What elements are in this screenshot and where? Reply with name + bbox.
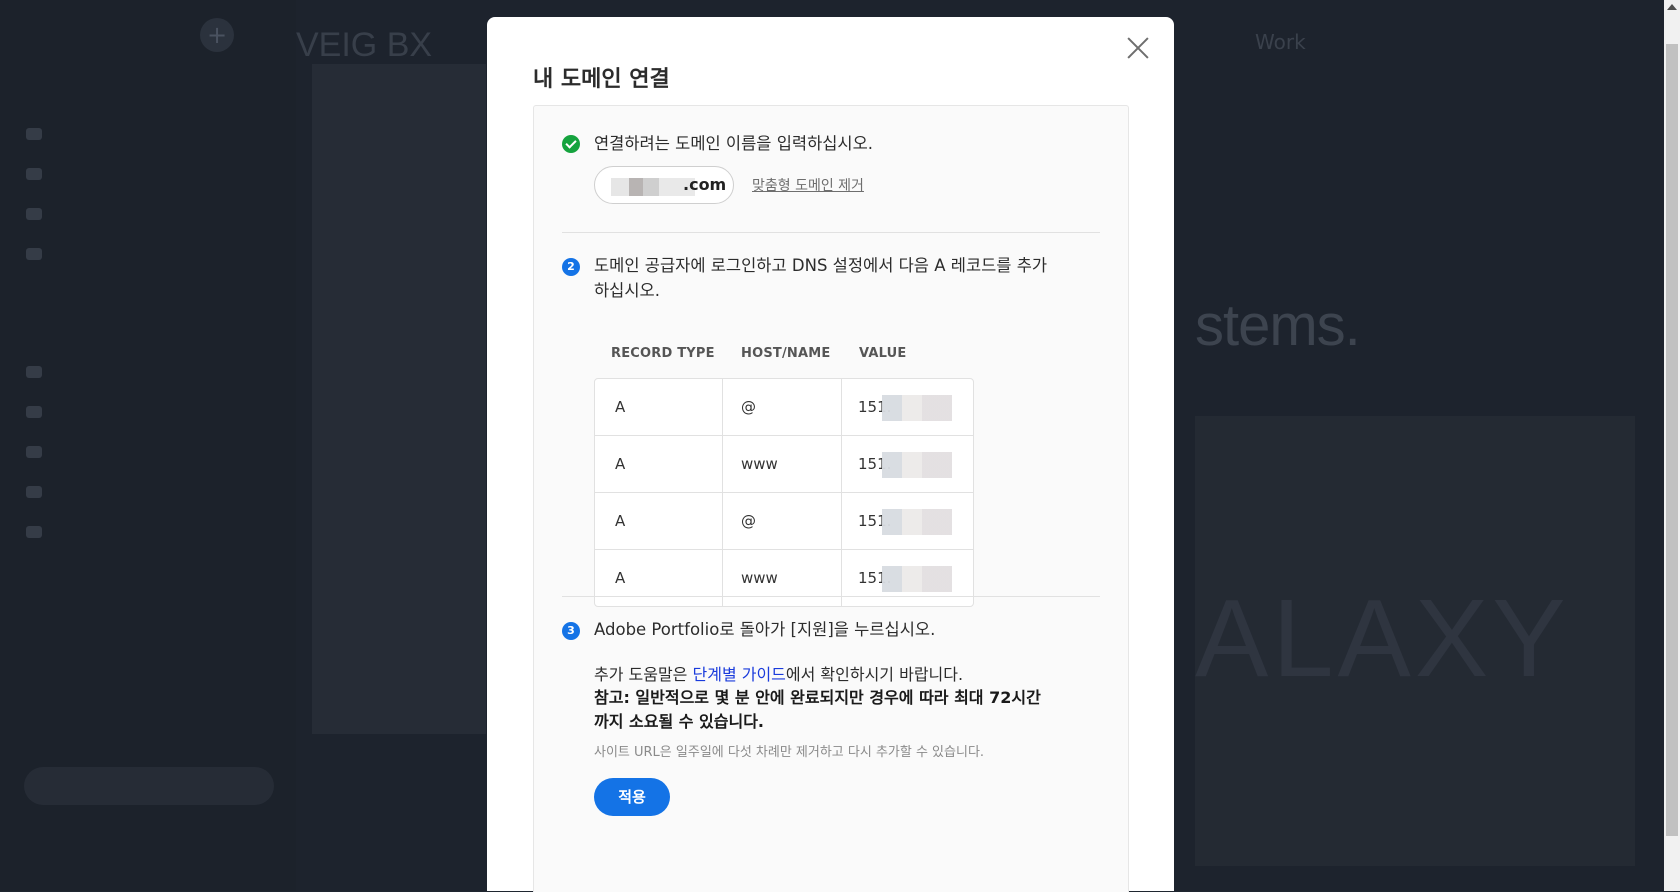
domain-suffix: .com <box>683 175 727 194</box>
host-cell: www <box>723 550 842 606</box>
step-3-number-icon: 3 <box>562 622 580 640</box>
divider <box>562 232 1100 233</box>
redacted-value <box>882 509 952 535</box>
table-body: A @ 151. A www 151. A @ 151. A www 151. <box>594 378 974 607</box>
step-2-text: 도메인 공급자에 로그인하고 DNS 설정에서 다음 A 레코드를 추가 하십시… <box>594 253 1047 303</box>
background-menu-panel <box>312 64 486 734</box>
url-limit-note: 사이트 URL은 일주일에 다섯 차례만 제거하고 다시 추가할 수 있습니다. <box>594 745 985 760</box>
domain-input[interactable]: .com <box>594 166 734 204</box>
value-cell: 151. <box>842 493 974 549</box>
value-cell: 151. <box>842 436 974 492</box>
host-cell: @ <box>723 379 842 435</box>
step-1: 연결하려는 도메인 이름을 입력하십시오. .com 맞춤형 도메인 제거 <box>562 134 1100 224</box>
redacted-value <box>882 395 952 421</box>
close-icon[interactable] <box>1126 36 1150 60</box>
table-row: A @ 151. <box>595 379 973 436</box>
table-header: RECORD TYPE HOST/NAME VALUE <box>594 346 974 378</box>
header-record-type: RECORD TYPE <box>611 346 715 361</box>
record-type-cell: A <box>595 436 723 492</box>
dialog-title: 내 도메인 연결 <box>533 67 670 92</box>
scroll-up-icon[interactable] <box>1667 4 1677 10</box>
settings-icon <box>26 406 42 418</box>
page-icon <box>26 128 42 140</box>
table-row: A www 151. <box>595 436 973 493</box>
step-by-step-guide-link[interactable]: 단계별 가이드 <box>693 665 786 684</box>
background-pill-button <box>24 767 274 805</box>
background-nav-work: Work <box>1255 30 1306 54</box>
step-2-text-line2: 하십시오. <box>594 281 660 300</box>
record-type-cell: A <box>595 379 723 435</box>
steps-card: 연결하려는 도메인 이름을 입력하십시오. .com 맞춤형 도메인 제거 2 … <box>533 105 1129 892</box>
toggle-icon <box>26 446 42 458</box>
step-3-text: Adobe Portfolio로 돌아가 [지원]을 누르십시오. <box>594 620 936 639</box>
add-icon: + <box>200 18 234 52</box>
record-type-cell: A <box>595 493 723 549</box>
redacted-value <box>882 452 952 478</box>
step-2-text-line1: 도메인 공급자에 로그인하고 DNS 설정에서 다음 A 레코드를 추가 <box>594 256 1048 275</box>
toggle-icon <box>26 526 42 538</box>
background-hero-word: ALAXY <box>1195 577 1570 700</box>
redacted-value <box>882 566 952 592</box>
background-preview: Work stems. ALAXY <box>1175 0 1665 891</box>
settings-icon <box>26 366 42 378</box>
header-host-name: HOST/NAME <box>741 346 831 361</box>
help-text: 추가 도움말은 단계별 가이드에서 확인하시기 바랍니다. <box>594 662 963 687</box>
toggle-icon <box>26 486 42 498</box>
step-3: 3 Adobe Portfolio로 돌아가 [지원]을 누르십시오. <box>562 620 1100 650</box>
dns-records-table: RECORD TYPE HOST/NAME VALUE A @ 151. A w… <box>594 346 974 607</box>
connect-domain-dialog: 내 도메인 연결 연결하려는 도메인 이름을 입력하십시오. .com 맞춤형 … <box>487 17 1174 892</box>
apply-button[interactable]: 적용 <box>594 778 670 816</box>
grid-icon <box>26 208 42 220</box>
note-line1: 참고: 일반적으로 몇 분 안에 완료되지만 경우에 따라 최대 72시간 <box>594 688 1041 707</box>
background-hero-text: stems. <box>1195 293 1361 358</box>
divider <box>562 596 1100 597</box>
check-circle-icon <box>562 135 580 153</box>
value-cell: 151. <box>842 379 974 435</box>
remove-custom-domain-link[interactable]: 맞춤형 도메인 제거 <box>752 175 864 195</box>
help-suffix: 에서 확인하시기 바랍니다. <box>785 665 964 684</box>
background-sidebar: + <box>0 0 296 891</box>
link-icon <box>26 248 42 260</box>
value-cell: 151. <box>842 550 974 606</box>
header-value: VALUE <box>859 346 907 361</box>
help-prefix: 추가 도움말은 <box>594 665 693 684</box>
table-row: A www 151. <box>595 550 973 606</box>
host-cell: www <box>723 436 842 492</box>
folder-icon <box>26 168 42 180</box>
host-cell: @ <box>723 493 842 549</box>
record-type-cell: A <box>595 550 723 606</box>
propagation-note: 참고: 일반적으로 몇 분 안에 완료되지만 경우에 따라 최대 72시간 까지… <box>594 686 1064 734</box>
note-line2: 까지 소요될 수 있습니다. <box>594 712 764 731</box>
background-menu <box>296 0 486 891</box>
page-scrollbar[interactable] <box>1664 0 1680 891</box>
step-1-text: 연결하려는 도메인 이름을 입력하십시오. <box>594 134 874 153</box>
table-row: A @ 151. <box>595 493 973 550</box>
scrollbar-thumb[interactable] <box>1666 44 1678 836</box>
step-2-number-icon: 2 <box>562 258 580 276</box>
